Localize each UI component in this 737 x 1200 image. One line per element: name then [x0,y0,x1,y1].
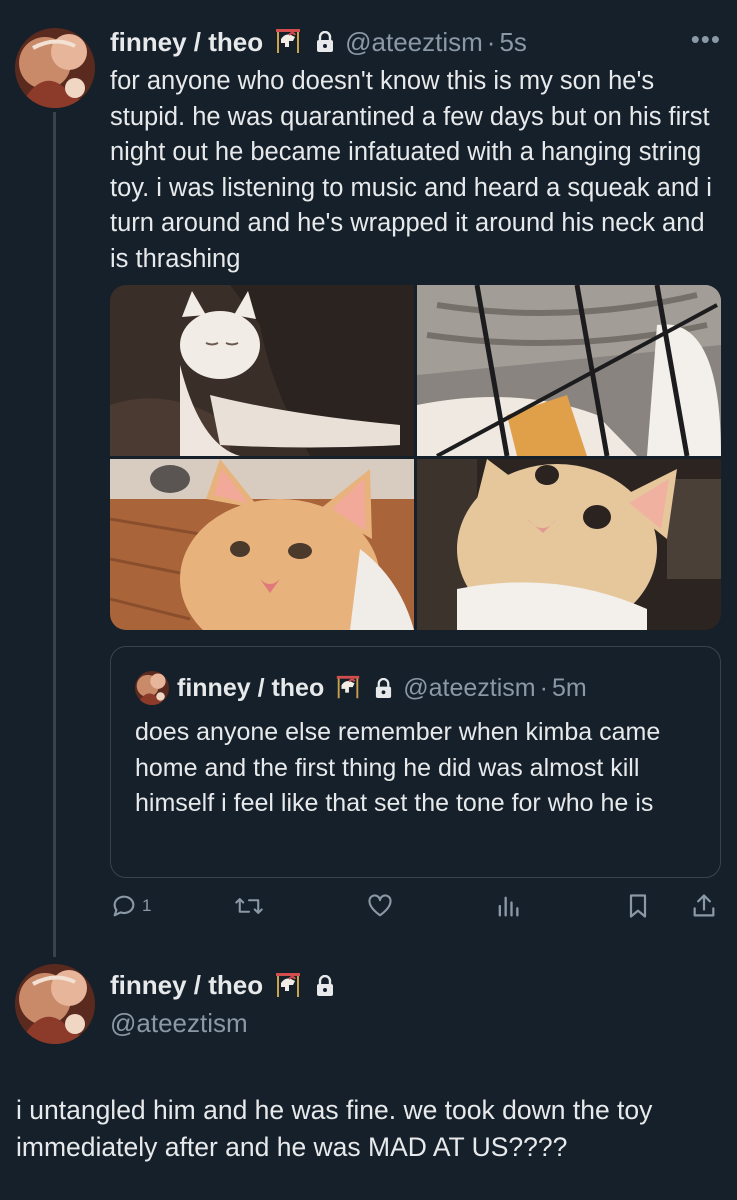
retweet-button[interactable] [234,892,264,920]
carousel-horse-icon [273,971,303,1001]
avatar[interactable] [15,28,95,108]
lock-icon [374,677,393,699]
handle[interactable]: @ateeztism [345,27,483,58]
quoted-tweet[interactable]: finney / theo @ateeztism · 5m does anyon… [110,646,721,878]
like-button[interactable] [366,892,394,920]
photo-3[interactable] [110,459,414,630]
handle[interactable]: @ateeztism [110,1008,248,1039]
lock-icon [315,31,335,53]
quoted-timestamp[interactable]: 5m [552,674,587,703]
avatar[interactable] [15,964,95,1044]
views-button[interactable] [494,892,522,920]
tweet-header: finney / theo @ateeztism · 5s [110,25,527,59]
tweet-text: for anyone who doesn't know this is my s… [110,67,712,273]
share-icon [693,894,715,917]
media-grid [110,285,721,630]
display-name[interactable]: finney / theo [110,970,263,1001]
photo-4[interactable] [417,459,721,630]
photo-2[interactable] [417,285,721,456]
separator: · [486,26,496,57]
reply-count: 1 [142,896,152,915]
lock-icon [315,974,335,997]
more-options-icon[interactable]: ••• [691,24,721,55]
quoted-text: does anyone else remember when kimba cam… [135,718,661,817]
separator: · [539,673,548,702]
tweet-actions: 1 [110,892,720,924]
quoted-handle[interactable]: @ateeztism [403,674,535,703]
carousel-horse-icon [334,674,362,702]
retweet-icon [235,898,263,914]
bookmark-button[interactable] [624,892,652,920]
carousel-horse-icon [273,27,303,57]
bookmark-icon [629,894,647,918]
tweet-text: i untangled him and he was fine. we took… [16,1095,653,1162]
quoted-display-name[interactable]: finney / theo [177,674,324,703]
tweet-header: finney / theo [110,970,335,1001]
views-icon [498,896,519,917]
share-button[interactable] [690,892,718,920]
quoted-header: finney / theo @ateeztism · 5m [177,671,587,705]
reply-icon [113,895,135,917]
like-icon [368,894,392,917]
timestamp[interactable]: 5s [499,27,526,58]
reply-button[interactable]: 1 [110,892,151,920]
quoted-avatar[interactable] [135,671,169,705]
thread-connector-line [53,112,56,957]
photo-1[interactable] [110,285,414,456]
display-name[interactable]: finney / theo [110,27,263,58]
